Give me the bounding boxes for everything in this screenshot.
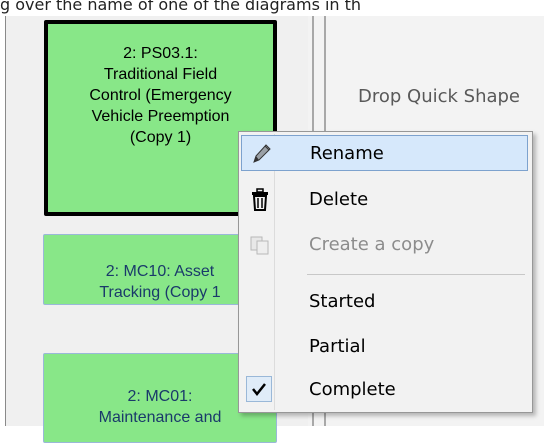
menu-item-label: Partial — [309, 336, 366, 357]
pencil-icon — [250, 142, 272, 166]
menu-item-started[interactable]: Started — [241, 284, 528, 320]
menu-item-label: Complete — [309, 379, 396, 400]
menu-item-label: Delete — [309, 189, 369, 210]
menu-item-label: Rename — [310, 143, 384, 164]
menu-item-create-copy[interactable]: Create a copy — [241, 227, 528, 263]
menu-icon-gutter — [274, 134, 275, 410]
trash-icon — [249, 188, 271, 212]
menu-separator — [307, 274, 525, 275]
menu-item-label: Started — [309, 291, 376, 312]
menu-item-label: Create a copy — [309, 234, 435, 255]
menu-item-partial[interactable]: Partial — [241, 329, 528, 365]
drop-quick-shape-hint: Drop Quick Shape — [358, 86, 521, 107]
canvas-header — [330, 16, 544, 51]
top-caption: g over the name of one of the diagrams i… — [0, 0, 362, 14]
menu-item-complete[interactable]: Complete — [241, 372, 528, 408]
checkmark-icon — [246, 376, 272, 402]
menu-item-rename[interactable]: Rename — [241, 135, 528, 171]
menu-item-delete[interactable]: Delete — [241, 182, 528, 218]
copy-icon — [249, 233, 271, 257]
context-menu: Rename Delete Create a copy Started Part… — [238, 131, 533, 413]
